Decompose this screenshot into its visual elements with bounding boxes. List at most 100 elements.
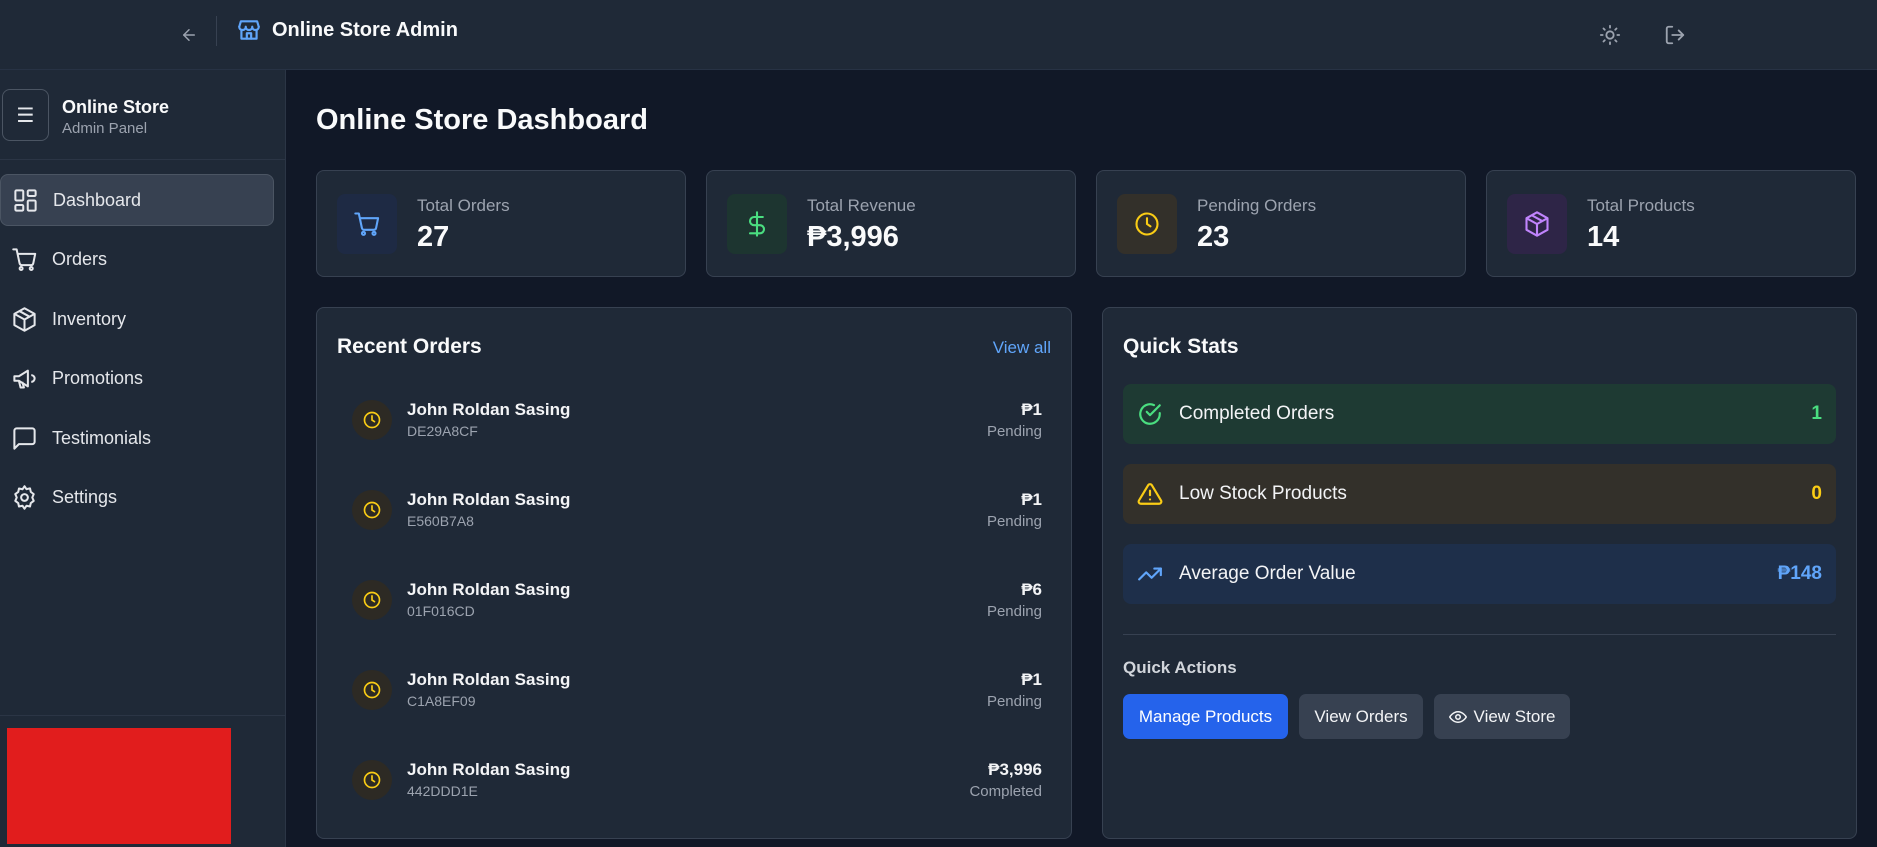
main-content: Online Store Dashboard Total Orders 27 T… — [286, 70, 1877, 847]
store-icon — [238, 20, 260, 40]
order-status: Pending — [986, 693, 1042, 710]
order-id: DE29A8CF — [407, 423, 478, 439]
stat-icon-box — [1507, 194, 1567, 254]
view-all-link[interactable]: View all — [993, 338, 1051, 358]
trending-up-icon — [1138, 567, 1162, 581]
sidebar-item-promotions[interactable]: Promotions — [0, 353, 274, 405]
view-store-button[interactable]: View Store — [1434, 694, 1570, 739]
top-divider — [216, 16, 217, 46]
sidebar-item-orders[interactable]: Orders — [0, 234, 274, 286]
sidebar-item-inventory[interactable]: Inventory — [0, 293, 274, 345]
clock-icon — [363, 501, 381, 519]
stat-label: Total Orders — [417, 196, 510, 215]
recent-orders-title: Recent Orders — [337, 335, 482, 358]
logout-button[interactable] — [1653, 13, 1697, 57]
sidebar-item-testimonials[interactable]: Testimonials — [0, 412, 274, 464]
stat-value: 14 — [1587, 221, 1620, 253]
sidebar-item-settings[interactable]: Settings — [0, 472, 274, 524]
top-bar: Online Store Admin — [0, 0, 1877, 70]
warning-icon — [1137, 483, 1163, 505]
eye-icon — [1448, 710, 1467, 723]
menu-toggle-button[interactable]: ☰ — [2, 89, 49, 141]
quick-stat-value: 1 — [1811, 403, 1822, 424]
stat-icon-box — [337, 194, 397, 254]
sidebar-item-label: Testimonials — [52, 427, 152, 448]
redacted-user-block — [7, 728, 231, 844]
order-row[interactable]: John Roldan Sasing 01F016CD ₱6 Pending — [352, 571, 1042, 631]
clock-icon — [363, 591, 381, 609]
clock-icon — [1135, 212, 1159, 236]
sidebar-header: ☰ Online Store Admin Panel — [0, 70, 285, 160]
sidebar-title: Online Store — [62, 97, 170, 117]
clock-icon — [363, 411, 381, 429]
sidebar-subtitle: Admin Panel — [62, 120, 148, 137]
order-amount: ₱1 — [1021, 490, 1042, 509]
view-orders-button[interactable]: View Orders — [1299, 694, 1423, 739]
quick-stat-value: 0 — [1811, 483, 1822, 504]
order-customer-name: John Roldan Sasing — [407, 580, 571, 599]
check-circle-icon — [1139, 403, 1161, 425]
sidebar: ☰ Online Store Admin Panel Dashboard Ord… — [0, 70, 286, 847]
arrow-left-icon — [183, 29, 195, 41]
quick-stat-label: Average Order Value — [1179, 563, 1356, 584]
back-button[interactable] — [172, 18, 206, 52]
order-id: 442DDD1E — [407, 783, 478, 799]
order-status-icon — [352, 490, 392, 530]
order-row[interactable]: John Roldan Sasing DE29A8CF ₱1 Pending — [352, 391, 1042, 451]
box-icon — [1525, 211, 1549, 237]
quick-actions-label: Quick Actions — [1123, 658, 1237, 677]
quick-stat-average-order-value[interactable]: Average Order Value ₱148 — [1123, 544, 1836, 604]
sidebar-item-label: Dashboard — [53, 189, 142, 210]
recent-orders-panel: Recent Orders View all John Roldan Sasin… — [316, 307, 1072, 839]
order-amount: ₱3,996 — [988, 760, 1042, 779]
order-row[interactable]: John Roldan Sasing C1A8EF09 ₱1 Pending — [352, 661, 1042, 721]
sidebar-item-label: Inventory — [52, 308, 127, 329]
order-id: 01F016CD — [407, 603, 475, 619]
quick-stat-completed-orders[interactable]: Completed Orders 1 — [1123, 384, 1836, 444]
dashboard-icon — [14, 188, 37, 212]
stat-value: 27 — [417, 221, 450, 253]
logout-icon — [1665, 25, 1685, 45]
order-status-icon — [352, 580, 392, 620]
order-customer-name: John Roldan Sasing — [407, 400, 571, 419]
order-customer-name: John Roldan Sasing — [407, 490, 571, 509]
sidebar-item-label: Orders — [52, 249, 108, 269]
page-title: Online Store Dashboard — [316, 104, 648, 136]
quick-stat-low-stock[interactable]: Low Stock Products 0 — [1123, 464, 1836, 524]
order-amount: ₱6 — [1021, 580, 1042, 599]
stat-icon-box — [1117, 194, 1177, 254]
manage-products-button[interactable]: Manage Products — [1123, 694, 1288, 739]
quick-stats-panel: Quick Stats Completed Orders 1 Low Stock… — [1102, 307, 1857, 839]
stat-card-total-revenue: Total Revenue ₱3,996 — [706, 170, 1076, 277]
clock-icon — [363, 681, 381, 699]
stat-value: 23 — [1197, 221, 1230, 253]
clock-icon — [363, 771, 381, 789]
box-icon — [13, 306, 36, 332]
order-status: Completed — [969, 783, 1042, 800]
order-status: Pending — [986, 513, 1042, 530]
gear-icon — [14, 485, 35, 510]
order-id: E560B7A8 — [407, 513, 474, 529]
stat-label: Total Products — [1587, 196, 1695, 215]
stat-value: ₱3,996 — [807, 221, 899, 253]
order-amount: ₱1 — [1021, 670, 1042, 689]
quick-stats-divider — [1123, 634, 1836, 635]
order-row[interactable]: John Roldan Sasing E560B7A8 ₱1 Pending — [352, 481, 1042, 541]
sidebar-item-label: Promotions — [52, 368, 144, 388]
theme-toggle-button[interactable] — [1588, 13, 1632, 57]
sidebar-item-dashboard[interactable]: Dashboard — [0, 174, 274, 226]
stat-card-total-orders: Total Orders 27 — [316, 170, 686, 277]
megaphone-icon — [13, 369, 36, 389]
order-status: Pending — [986, 603, 1042, 620]
order-row[interactable]: John Roldan Sasing 442DDD1E ₱3,996 Compl… — [352, 751, 1042, 811]
stat-icon-box — [727, 194, 787, 254]
message-icon — [13, 426, 36, 450]
order-customer-name: John Roldan Sasing — [407, 760, 571, 779]
cart-icon — [12, 248, 37, 271]
app-title: Online Store Admin — [272, 18, 458, 41]
stat-card-total-products: Total Products 14 — [1486, 170, 1856, 277]
order-customer-name: John Roldan Sasing — [407, 670, 571, 689]
menu-icon: ☰ — [16, 104, 35, 127]
sun-icon — [1599, 24, 1621, 46]
order-status-icon — [352, 400, 392, 440]
